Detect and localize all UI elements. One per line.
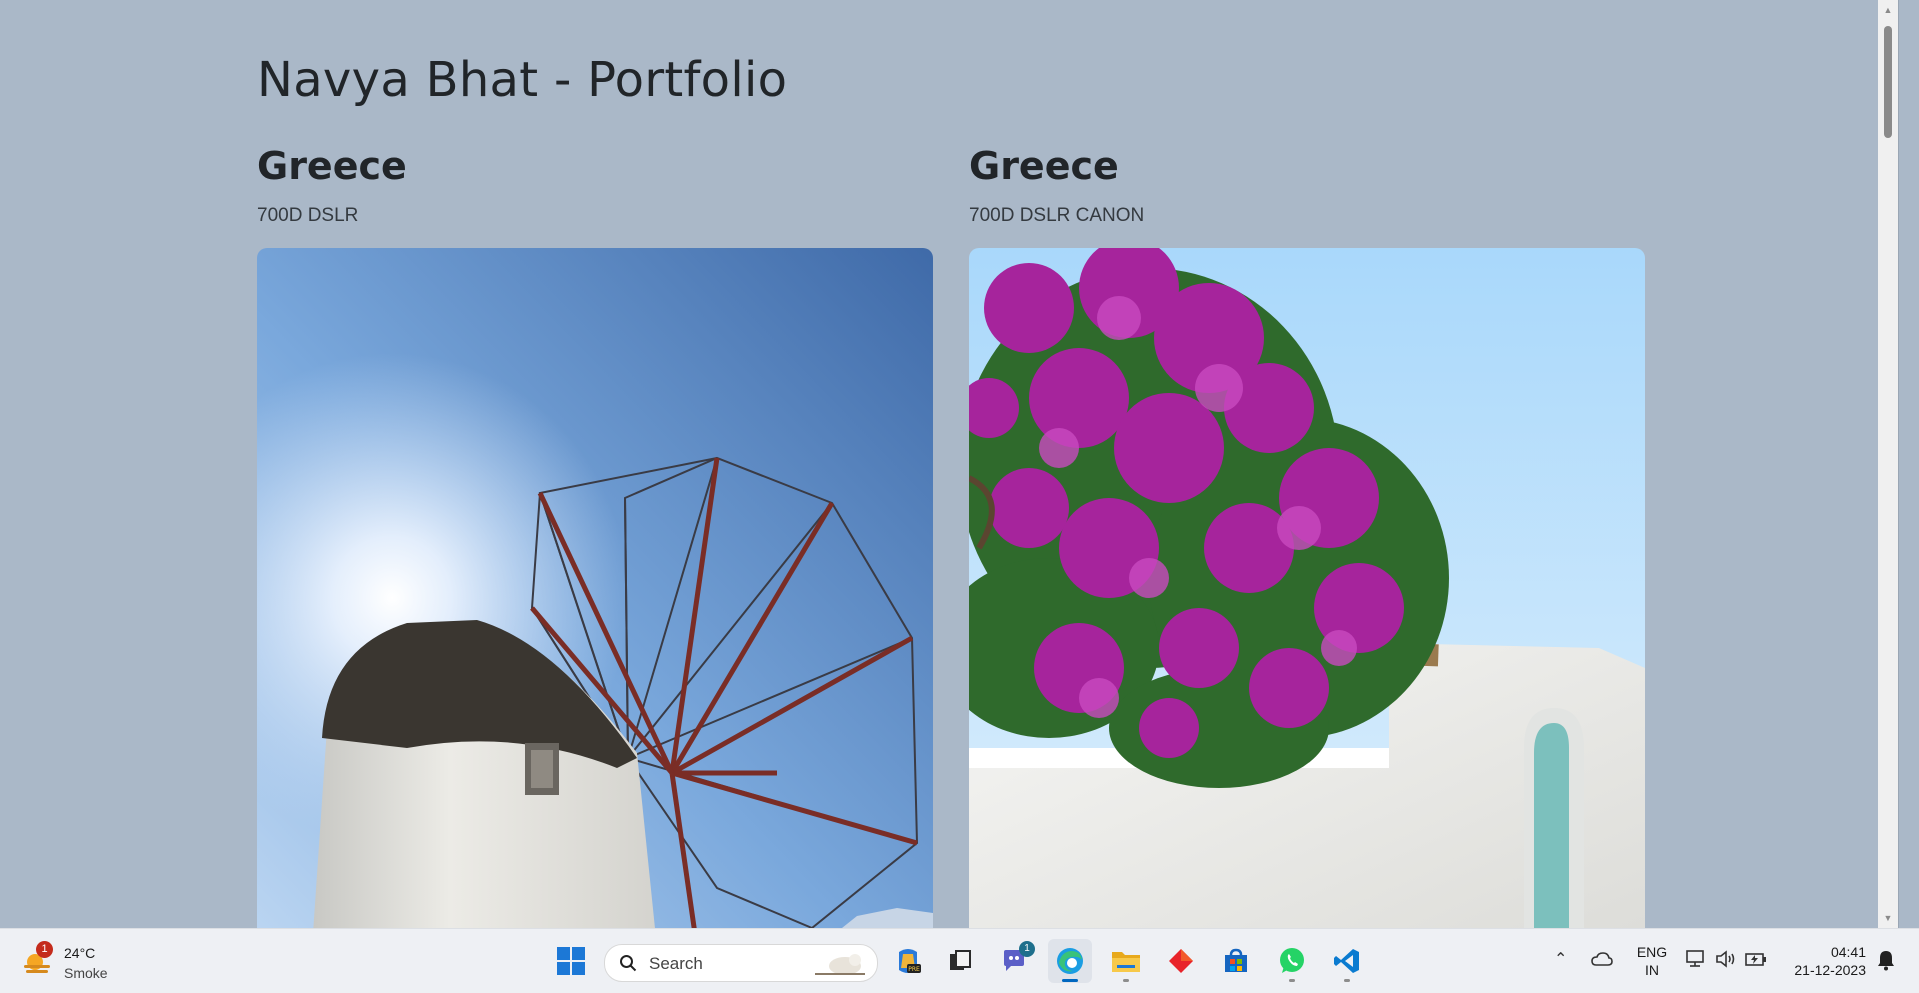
weather-badge: 1: [36, 941, 53, 958]
language-region: IN: [1645, 962, 1659, 978]
input-language[interactable]: ENG IN: [1634, 943, 1670, 979]
active-app-indicator: [1062, 979, 1078, 982]
portfolio-card: Greece 700D DSLR: [257, 142, 933, 928]
page-title: Navya Bhat - Portfolio: [257, 52, 788, 108]
svg-text:PRE: PRE: [908, 966, 920, 973]
scroll-down-arrow-icon[interactable]: ▼: [1878, 910, 1898, 926]
microsoft-store-button[interactable]: [1214, 939, 1258, 983]
taskbar: 1 24°C Smoke Search PRE 1 ⌃ ENG IN 04:41…: [0, 928, 1919, 993]
copilot-icon: PRE: [899, 949, 921, 973]
bougainvillea-photo[interactable]: [969, 248, 1645, 928]
notification-bell-icon[interactable]: [1876, 949, 1896, 971]
volume-icon[interactable]: [1714, 947, 1738, 971]
whatsapp-button[interactable]: [1270, 939, 1314, 983]
portfolio-card: Greece 700D DSLR CANON: [969, 142, 1645, 928]
language-code: ENG: [1636, 944, 1668, 960]
search-highlight-owl-icon: [815, 954, 865, 975]
running-app-indicator: [1289, 979, 1295, 982]
windows-logo-icon: [557, 947, 585, 975]
vscode-button[interactable]: [1325, 939, 1369, 983]
running-app-indicator: [1344, 979, 1350, 982]
edge-browser-button[interactable]: [1048, 939, 1092, 983]
battery-charging-icon[interactable]: [1744, 947, 1768, 971]
show-hidden-icons-chevron-icon[interactable]: ⌃: [1554, 949, 1567, 969]
weather-condition: Smoke: [64, 965, 108, 981]
diamond-app-icon: [1169, 949, 1193, 973]
card-title: Greece: [257, 144, 407, 188]
task-view-button[interactable]: [938, 939, 982, 983]
teams-badge: 1: [1019, 941, 1035, 957]
browser-viewport: Navya Bhat - Portfolio Greece 700D DSLR: [4, 0, 1899, 928]
scroll-thumb[interactable]: [1884, 26, 1892, 138]
scroll-up-arrow-icon[interactable]: ▲: [1878, 2, 1898, 18]
task-view-icon: [950, 950, 971, 970]
edge-icon: [1057, 948, 1083, 974]
network-icon[interactable]: [1684, 947, 1708, 971]
clock-date: 21-12-2023: [1794, 962, 1866, 978]
windmill-photo[interactable]: [257, 248, 933, 928]
file-explorer-button[interactable]: [1104, 939, 1148, 983]
system-clock[interactable]: 04:41 21-12-2023: [1786, 943, 1866, 979]
running-app-indicator: [1123, 979, 1129, 982]
whatsapp-icon: [1280, 948, 1304, 973]
search-placeholder: Search: [649, 954, 703, 973]
store-icon: [1225, 948, 1247, 972]
copilot-button[interactable]: PRE: [886, 939, 930, 983]
teams-chat-button[interactable]: 1: [993, 939, 1037, 983]
onedrive-cloud-icon[interactable]: [1590, 947, 1614, 971]
taskbar-search[interactable]: Search: [604, 944, 878, 982]
card-caption: 700D DSLR: [257, 205, 359, 226]
weather-temperature: 24°C: [64, 945, 96, 961]
red-app-button[interactable]: [1159, 939, 1203, 983]
search-icon: [620, 955, 637, 972]
folder-icon: [1112, 952, 1140, 972]
card-title: Greece: [969, 144, 1119, 188]
vertical-scrollbar[interactable]: ▲ ▼: [1878, 0, 1898, 928]
vscode-icon: [1334, 949, 1359, 973]
card-caption: 700D DSLR CANON: [969, 205, 1145, 226]
clock-time: 04:41: [1830, 944, 1866, 960]
start-button[interactable]: [549, 939, 593, 983]
